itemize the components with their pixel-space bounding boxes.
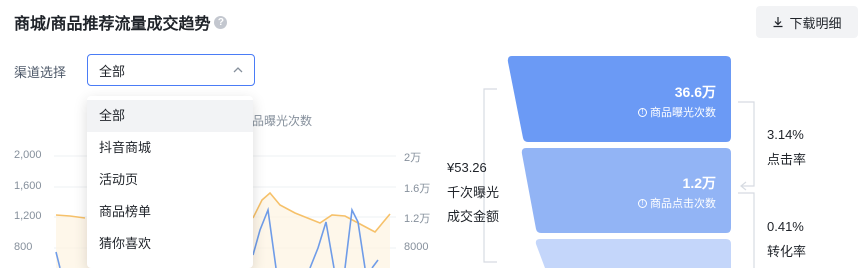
info-icon: ! [638, 107, 647, 117]
click-rate-label: 点击率 [767, 152, 807, 167]
rate-bracket-1 [738, 101, 755, 187]
click-rate-value: 3.14% [767, 127, 804, 142]
funnel-stage-3 [535, 239, 731, 268]
funnel-stage-2-label-wrap: ! 商品点击次数 [600, 195, 716, 211]
gmv-bracket [483, 88, 497, 263]
gmv-per-mille-label: 千次曝光成交金额 [447, 185, 500, 224]
gmv-per-mille-value: ¥53.26 [447, 160, 487, 175]
conversion-rate-label: 转化率 [767, 244, 807, 259]
funnel-stage-1-label-wrap: ! 商品曝光次数 [600, 104, 716, 120]
conversion-funnel [483, 56, 755, 268]
funnel-stage-1-value: 36.6万 [674, 84, 716, 100]
conversion-rate-value: 0.41% [767, 219, 804, 234]
funnel-stage-2-value: 1.2万 [682, 175, 716, 191]
funnel-stage-1-label: 商品曝光次数 [650, 107, 716, 119]
info-icon: ! [638, 198, 647, 208]
funnel-stage-2-label: 商品点击次数 [650, 198, 716, 210]
rate-bracket-2 [738, 192, 755, 268]
